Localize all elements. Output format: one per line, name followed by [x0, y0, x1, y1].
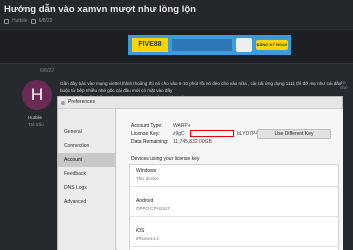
thread-author[interactable]: Hutbile	[12, 18, 28, 24]
devices-label: Devices using your license key	[131, 156, 200, 162]
account-type-label: Account Type:	[131, 123, 163, 129]
banner-mascot-image	[236, 38, 252, 52]
thread-title: Hướng dẫn vào xamvn mượt như lồng lộn	[4, 4, 196, 15]
license-key-label: License Key:	[131, 131, 160, 137]
device-detail: OPPO CPH1917	[136, 206, 170, 211]
user-icon	[4, 18, 9, 24]
devices-list[interactable]: Windows This device Android OPPO CPH1917…	[129, 164, 339, 250]
post-date[interactable]: 6/8/22	[40, 68, 54, 74]
thread-date[interactable]: 6/8/22	[39, 18, 53, 24]
window-titlebar[interactable]: Preferences	[58, 97, 342, 109]
account-panel: Account Type: WARP+ License Key: z9gC bL…	[117, 109, 343, 250]
list-item[interactable]: Android OPPO CPH1917	[130, 195, 338, 217]
license-key-suffix: bLYD7P4	[237, 131, 259, 137]
preferences-sidebar: General Connection Account Feedback DNS …	[58, 109, 116, 250]
list-item[interactable]: iOS iPhone14,2	[130, 225, 338, 247]
screen: Hướng dẫn vào xamvn mượt như lồng lộn Hu…	[0, 0, 353, 250]
device-detail: iPhone14,2	[136, 236, 159, 241]
post-author-name[interactable]: Hutbile	[28, 115, 42, 120]
banner-logo: FIVE88	[132, 38, 168, 52]
data-remaining-value: 11,745,832.00GB	[173, 139, 212, 145]
app-icon	[61, 101, 65, 105]
nav-account[interactable]: Account	[58, 153, 116, 167]
thread-header: Hướng dẫn vào xamvn mượt như lồng lộn Hu…	[0, 0, 353, 30]
device-name: Android	[136, 198, 154, 204]
post-body-line-1: Gần đây bác vào mạng viettel thỉnh thoản…	[60, 81, 342, 93]
ad-banner[interactable]: FIVE88 ĐĂNG KÝ NGAY	[128, 35, 291, 55]
avatar[interactable]: H	[22, 80, 52, 110]
post-author-rank: Trẻ trâu	[28, 122, 44, 127]
nav-advanced[interactable]: Advanced	[58, 195, 116, 209]
nav-feedback[interactable]: Feedback	[58, 167, 116, 181]
device-detail: This device	[136, 176, 159, 181]
license-key-prefix: z9gC	[173, 131, 185, 137]
list-item[interactable]: Windows This device	[130, 165, 338, 187]
data-remaining-label: Data Remaining:	[131, 139, 169, 145]
post-body-overflow: 4G nhé	[340, 80, 348, 90]
use-different-key-button[interactable]: Use Different Key	[257, 129, 331, 139]
device-name: Windows	[136, 168, 157, 174]
clock-icon	[30, 18, 36, 24]
window-title: Preferences	[68, 99, 95, 105]
preferences-window: Preferences General Connection Account F…	[57, 96, 343, 250]
redaction-box	[190, 130, 234, 137]
banner-promo-image	[172, 39, 232, 51]
nav-general[interactable]: General	[58, 125, 116, 139]
banner-cta-button[interactable]: ĐĂNG KÝ NGAY	[256, 40, 288, 50]
device-name: iOS	[136, 228, 145, 234]
account-type-value: WARP+	[173, 123, 191, 129]
thread-meta: Hutbile 6/8/22	[4, 18, 52, 24]
nav-connection[interactable]: Connection	[58, 139, 116, 153]
nav-dns-logs[interactable]: DNS Logs	[58, 181, 116, 195]
